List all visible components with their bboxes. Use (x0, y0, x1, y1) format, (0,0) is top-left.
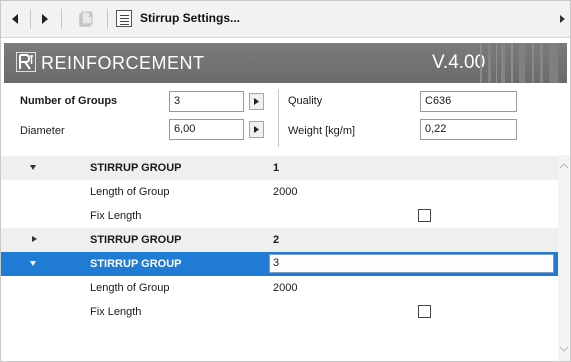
scroll-up-icon[interactable] (560, 163, 568, 168)
toolbar-separator (30, 9, 31, 29)
banner-title: REINFORCEMENT (41, 53, 205, 73)
banner-decoration (480, 43, 558, 83)
length-of-group-value[interactable]: 2000 (273, 186, 297, 198)
vertical-scrollbar[interactable] (558, 155, 570, 361)
toolbar-expand-icon[interactable] (557, 10, 567, 28)
group-number: 1 (273, 162, 280, 174)
previous-icon[interactable] (7, 10, 25, 28)
number-of-groups-arrow-button[interactable] (249, 93, 264, 110)
group-number-edit-field[interactable]: 3 (269, 254, 554, 273)
quality-label: Quality (288, 95, 323, 107)
toolbar-separator (107, 9, 108, 29)
weight-label: Weight [kg/m] (288, 125, 356, 137)
stirrup-group-row[interactable]: STIRRUP GROUP 1 (1, 156, 558, 180)
property-row[interactable]: Length of Group 2000 (1, 180, 558, 204)
settings-dialog-icon (116, 10, 132, 27)
form-divider (278, 89, 279, 147)
stirrup-group-row[interactable]: STIRRUP GROUP 2 (1, 228, 558, 252)
group-name: STIRRUP GROUP (90, 258, 182, 270)
reinforcement-banner: REINFORCEMENT V.4.00 (4, 43, 567, 83)
group-name: STIRRUP GROUP (90, 234, 182, 246)
group-name: STIRRUP GROUP (90, 162, 182, 174)
property-label: Length of Group (90, 186, 170, 198)
stirrup-settings-panel: Stirrup Settings... REINFORCEMENT V.4.00… (0, 0, 571, 362)
reinforcement-logo-icon (16, 52, 36, 72)
collapse-icon[interactable] (30, 165, 36, 170)
property-label: Fix Length (90, 306, 142, 318)
fix-length-checkbox[interactable] (418, 305, 431, 318)
favorites-icon[interactable] (77, 10, 95, 28)
collapse-icon[interactable] (30, 261, 36, 266)
scroll-down-icon[interactable] (560, 347, 568, 352)
expand-icon[interactable] (32, 236, 37, 242)
toolbar-separator (61, 9, 62, 29)
toolbar-title: Stirrup Settings... (140, 11, 241, 25)
group-number: 2 (273, 234, 280, 246)
property-label: Fix Length (90, 210, 142, 222)
property-label: Length of Group (90, 282, 170, 294)
property-row[interactable]: Fix Length (1, 204, 558, 228)
number-of-groups-field[interactable]: 3 (169, 91, 244, 112)
diameter-label: Diameter (20, 125, 65, 137)
diameter-arrow-button[interactable] (249, 121, 264, 138)
toolbar: Stirrup Settings... (1, 1, 570, 38)
diameter-field[interactable]: 6,00 (169, 119, 244, 140)
fix-length-checkbox[interactable] (418, 209, 431, 222)
next-icon[interactable] (36, 10, 54, 28)
weight-field[interactable]: 0,22 (420, 119, 517, 140)
quality-field[interactable]: C636 (420, 91, 517, 112)
property-row[interactable]: Fix Length (1, 300, 558, 324)
property-row[interactable]: Length of Group 2000 (1, 276, 558, 300)
number-of-groups-label: Number of Groups (20, 95, 118, 107)
length-of-group-value[interactable]: 2000 (273, 282, 297, 294)
stirrup-group-row-selected[interactable]: STIRRUP GROUP 3 (1, 252, 558, 276)
